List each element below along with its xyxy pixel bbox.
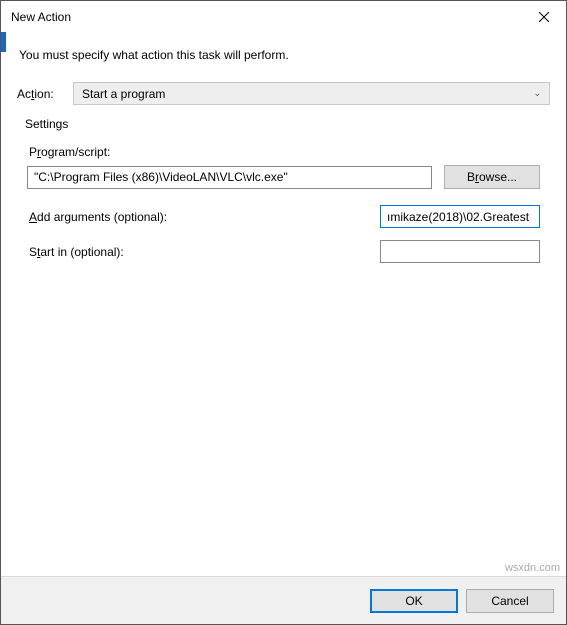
startin-label: Start in (optional): — [29, 245, 124, 259]
titlebar: New Action — [1, 1, 566, 32]
browse-button-prefix: B — [467, 170, 475, 184]
ok-button[interactable]: OK — [370, 589, 458, 613]
arguments-row: Add arguments (optional): — [27, 205, 540, 228]
intro-text: You must specify what action this task w… — [19, 48, 552, 62]
browse-button-suffix: owse... — [479, 170, 517, 184]
window-title: New Action — [11, 10, 71, 24]
new-action-dialog: New Action You must specify what action … — [0, 0, 567, 625]
dialog-content: You must specify what action this task w… — [1, 32, 566, 576]
arguments-label: Add arguments (optional): — [29, 210, 167, 224]
settings-group: Settings Program/script: Browse... Add a… — [15, 125, 552, 285]
settings-legend: Settings — [21, 117, 72, 131]
program-script-input[interactable] — [27, 166, 432, 189]
action-label-prefix: Ac — [17, 87, 31, 101]
browse-button[interactable]: Browse... — [444, 165, 540, 189]
startin-input[interactable] — [380, 240, 540, 263]
watermark: wsxdn.com — [505, 562, 560, 574]
arguments-input[interactable] — [380, 205, 540, 228]
dialog-footer: OK Cancel — [1, 576, 566, 624]
program-row: Browse... — [27, 165, 540, 189]
action-row: Action: Start a program ⌄ — [15, 82, 552, 105]
action-dropdown-value: Start a program — [82, 87, 165, 101]
chevron-down-icon: ⌄ — [533, 88, 541, 99]
close-button[interactable] — [521, 2, 566, 32]
action-dropdown[interactable]: Start a program ⌄ — [73, 82, 550, 105]
program-script-label: Program/script: — [29, 145, 540, 159]
action-label: Action: — [17, 87, 63, 101]
action-label-suffix: ion: — [34, 87, 53, 101]
startin-row: Start in (optional): — [27, 240, 540, 263]
cancel-button[interactable]: Cancel — [466, 589, 554, 613]
accent-bar — [1, 32, 6, 52]
close-icon — [539, 12, 549, 22]
